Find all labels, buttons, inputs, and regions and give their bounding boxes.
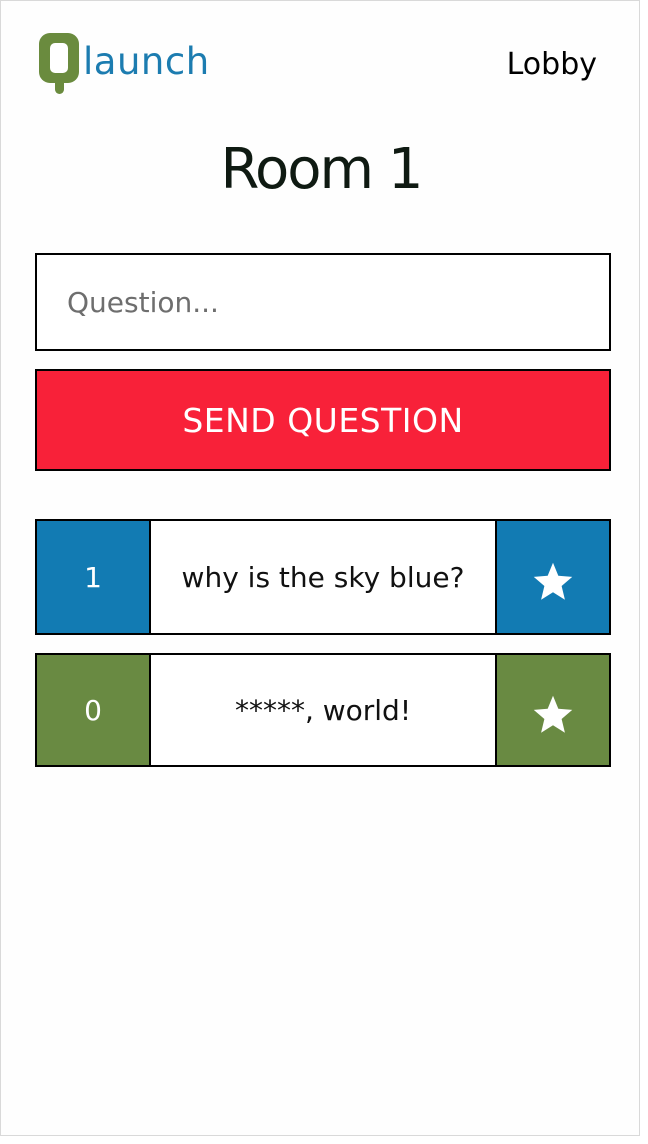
upvote-button[interactable] xyxy=(495,653,611,767)
send-question-button[interactable]: SEND QUESTION xyxy=(35,369,611,471)
page-title: Room 1 xyxy=(220,137,424,202)
q-bubble-icon xyxy=(39,31,79,94)
header: launch Lobby xyxy=(39,27,601,97)
question-text: why is the sky blue? xyxy=(151,519,495,635)
app-logo[interactable]: launch xyxy=(39,31,210,94)
question-text: *****, world! xyxy=(151,653,495,767)
lobby-link[interactable]: Lobby xyxy=(507,47,597,82)
logo-text: launch xyxy=(83,40,210,83)
vote-count: 1 xyxy=(35,519,151,635)
question-list: 1 why is the sky blue? 0 *****, world! xyxy=(35,519,611,785)
star-icon xyxy=(533,695,573,733)
question-row: 1 why is the sky blue? xyxy=(35,519,611,635)
vote-count: 0 xyxy=(35,653,151,767)
question-row: 0 *****, world! xyxy=(35,653,611,767)
page-frame: launch Lobby Room 1 SEND QUESTION 1 why … xyxy=(0,0,640,1136)
star-icon xyxy=(533,562,573,600)
upvote-button[interactable] xyxy=(495,519,611,635)
question-input[interactable] xyxy=(35,253,611,351)
